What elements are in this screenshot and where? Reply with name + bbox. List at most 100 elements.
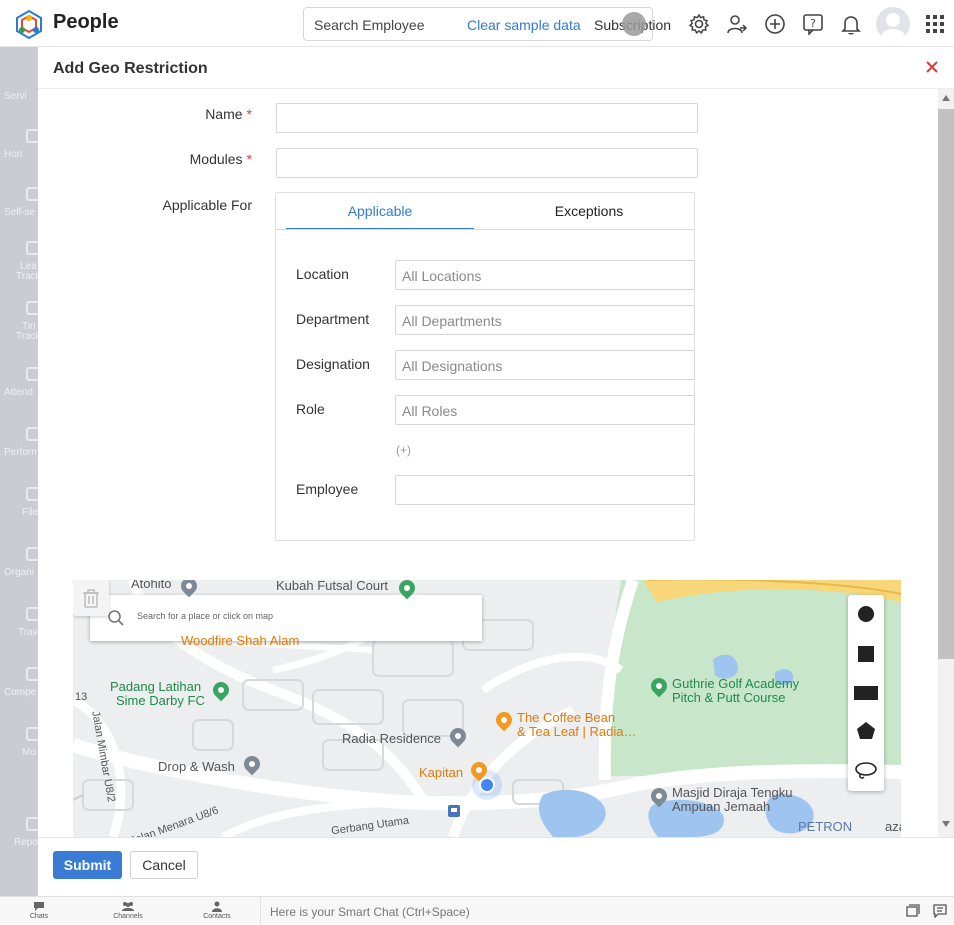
sidebar-item-self-service[interactable]: Self-se	[0, 183, 38, 233]
help-icon[interactable]: ?	[802, 13, 824, 35]
draw-rectangle-icon[interactable]	[848, 673, 884, 712]
sidebar-item-leave[interactable]: LeaTrack	[0, 237, 38, 287]
contacts-label: Contacts	[203, 913, 231, 920]
bottom-bar: Chats Channels Contacts Here is your Sma…	[0, 896, 954, 925]
department-select[interactable]: All Departments	[395, 305, 695, 335]
sidebar-label: Trav	[18, 627, 38, 638]
contacts-tab[interactable]: Contacts	[187, 901, 247, 920]
sidebar-item-home[interactable]: Hon	[0, 125, 38, 175]
applicable-for-label: Applicable For	[162, 197, 253, 213]
chats-tab[interactable]: Chats	[9, 901, 69, 920]
sidebar-label: Track	[16, 271, 38, 282]
app-grid-icon[interactable]	[926, 15, 944, 33]
draw-polygon-icon[interactable]	[848, 712, 884, 751]
map-label-masjid[interactable]: Masjid Diraja Tengku	[672, 785, 792, 800]
cancel-button[interactable]: Cancel	[130, 851, 198, 879]
location-select[interactable]: All Locations	[395, 260, 695, 290]
sidebar-item-attendance[interactable]: Attend	[0, 363, 38, 413]
people-logo-icon	[16, 9, 42, 39]
draw-square-icon[interactable]	[848, 634, 884, 673]
employee-select[interactable]	[395, 475, 695, 505]
required-mark: *	[246, 106, 252, 122]
chat-history-icon[interactable]	[906, 904, 920, 918]
map-label-kapitan[interactable]: Kapitan	[419, 765, 463, 780]
role-label: Role	[296, 401, 325, 417]
location-label: Location	[296, 266, 349, 282]
sidebar-item-travel[interactable]: Trav	[0, 603, 38, 653]
map-label-drop-wash[interactable]: Drop & Wash	[158, 759, 235, 774]
map-label-radia-residence[interactable]: Radia Residence	[342, 731, 441, 746]
smart-chat-input[interactable]: Here is your Smart Chat (Ctrl+Space)	[260, 897, 900, 925]
panel-scrollbar[interactable]	[938, 89, 954, 837]
map-label-petron[interactable]: PETRON	[798, 819, 852, 834]
sidebar-item-files[interactable]: File	[0, 483, 38, 533]
user-switch-icon[interactable]	[726, 13, 748, 35]
sidebar-item-reports[interactable]: Repo	[0, 813, 38, 863]
more-icon	[26, 727, 38, 741]
travel-icon	[26, 607, 38, 621]
sidebar-label: Repo	[14, 837, 38, 848]
map-label-coffee-bean[interactable]: The Coffee Bean	[517, 710, 615, 725]
draw-circle-icon[interactable]	[848, 595, 884, 634]
map-label-coffee-bean-2[interactable]: & Tea Leaf | Radia…	[517, 724, 637, 739]
tab-exceptions[interactable]: Exceptions	[495, 193, 683, 230]
map-search-input[interactable]: Search for a place or click on map	[137, 611, 273, 621]
sidebar-item-organization[interactable]: Organi	[0, 543, 38, 593]
sidebar-label: Mo	[22, 747, 36, 758]
channels-tab[interactable]: Channels	[98, 901, 158, 920]
app-name[interactable]: People	[53, 11, 119, 34]
modules-input[interactable]	[276, 148, 698, 178]
notification-bell-icon[interactable]	[840, 13, 862, 35]
name-input[interactable]	[276, 103, 698, 133]
delete-shape-trash-icon[interactable]	[73, 580, 109, 616]
tab-applicable[interactable]: Applicable	[286, 193, 474, 230]
scroll-up-arrow-icon[interactable]	[942, 95, 950, 101]
map-label-masjid-2[interactable]: Ampuan Jemaah	[672, 799, 770, 814]
geo-map[interactable]: Search for a place or click on map Atohi…	[73, 580, 901, 837]
sidebar-item-services[interactable]: Servi	[0, 67, 38, 117]
sidebar-label: Compe	[4, 687, 37, 698]
scrollbar-thumb[interactable]	[938, 109, 954, 659]
employee-search[interactable]: Search Employee Clear sample data Subscr…	[303, 7, 671, 41]
map-label-guthrie[interactable]: Guthrie Golf Academy	[672, 676, 799, 691]
submit-button[interactable]: Submit	[53, 851, 122, 879]
sidebar-label: Self-se	[4, 207, 36, 218]
close-icon[interactable]	[924, 59, 940, 75]
map-label-atohito[interactable]: Atohito	[131, 580, 171, 591]
compensation-icon	[26, 667, 38, 681]
user-avatar[interactable]	[876, 7, 910, 41]
message-icon[interactable]	[933, 904, 947, 918]
scroll-down-arrow-icon[interactable]	[942, 821, 950, 827]
employee-label: Employee	[296, 481, 359, 497]
applicable-box: Applicable Exceptions Location All Locat…	[275, 192, 695, 541]
map-label-guthrie-2[interactable]: Pitch & Putt Course	[672, 690, 785, 705]
search-employee-input[interactable]: Search Employee	[314, 17, 425, 33]
sidebar-item-more[interactable]: Mo	[0, 723, 38, 773]
modules-label: Modules *	[189, 151, 252, 167]
settings-gear-icon[interactable]	[688, 13, 710, 35]
sidebar-label: Servi	[4, 91, 27, 102]
top-bar: People Search Employee Clear sample data…	[0, 0, 954, 47]
designation-select[interactable]: All Designations	[395, 350, 695, 380]
draw-freehand-lasso-icon[interactable]	[848, 751, 884, 790]
organization-icon	[26, 547, 38, 561]
add-circle-icon[interactable]	[764, 13, 786, 35]
name-label: Name *	[205, 106, 252, 122]
sidebar-item-compensation[interactable]: Compe	[0, 663, 38, 713]
map-label-padang-2[interactable]: Sime Darby FC	[116, 693, 205, 708]
map-road-13: 13	[75, 691, 88, 703]
map-label-padang[interactable]: Padang Latihan	[110, 679, 201, 694]
map-label-kubah[interactable]: Kubah Futsal Court	[276, 580, 388, 593]
sidebar-item-time[interactable]: TinTrack	[0, 297, 38, 347]
map-drawing-toolbar	[848, 595, 884, 791]
cursor-indicator	[622, 12, 646, 36]
department-label: Department	[296, 311, 370, 327]
channels-label: Channels	[113, 913, 143, 920]
role-select[interactable]: All Roles	[395, 395, 695, 425]
add-criteria-button[interactable]: (+)	[396, 443, 411, 457]
sidebar-item-performance[interactable]: Perform	[0, 423, 38, 473]
home-icon	[26, 129, 38, 143]
clear-sample-data-link[interactable]: Clear sample data	[467, 17, 581, 33]
contact-person-icon	[212, 901, 222, 912]
map-label-woodfire[interactable]: Woodfire Shah Alam	[181, 633, 299, 648]
